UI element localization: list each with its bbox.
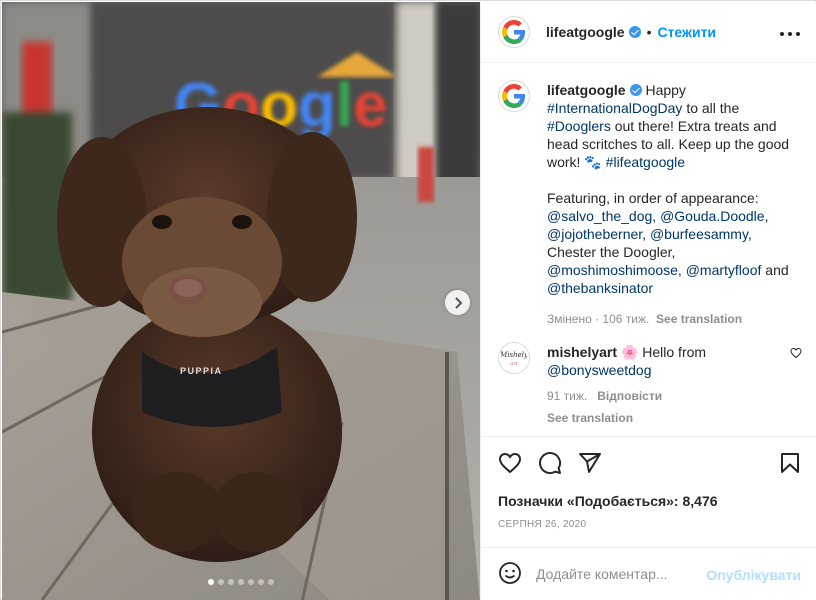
slide-indicator	[2, 579, 480, 585]
mention-link[interactable]: @jojotheberner	[547, 226, 642, 242]
slide-dot	[258, 579, 264, 585]
svg-text:art: art	[510, 361, 518, 367]
like-button[interactable]	[498, 451, 522, 478]
mention-link[interactable]: @martyfloof	[686, 262, 762, 278]
more-options-button[interactable]	[779, 20, 801, 43]
bookmark-icon	[781, 453, 799, 473]
mention-link[interactable]: @Gouda.Doodle	[660, 208, 765, 224]
post-date: СЕРПНЯ 26, 2020	[498, 519, 587, 530]
flower-emoji: 🌸	[620, 344, 639, 360]
reply-button[interactable]: Відповісти	[597, 389, 662, 403]
hashtag-link[interactable]: #Dooglers	[547, 118, 611, 134]
separator-dot: •	[646, 24, 652, 40]
save-button[interactable]	[778, 451, 802, 478]
google-logo-icon	[502, 84, 526, 108]
comment-text: Hello from	[642, 344, 707, 360]
caption-intro: Happy	[645, 82, 686, 98]
puppy-photo: Google PUPPIA	[2, 2, 480, 600]
publish-button[interactable]: Опублікувати	[706, 567, 801, 583]
avatar[interactable]: Mishely art	[498, 342, 530, 374]
heart-icon	[790, 347, 802, 359]
mention-link[interactable]: @moshimoshimoose	[547, 262, 678, 278]
avatar[interactable]	[498, 80, 530, 112]
hashtag-link[interactable]: #InternationalDogDay	[547, 100, 682, 116]
likes-count[interactable]: Позначки «Подобається»: 8,476	[498, 493, 718, 509]
harness-label: PUPPIA	[180, 366, 223, 376]
emoji-button[interactable]	[498, 561, 522, 588]
slide-dot	[268, 579, 274, 585]
post-photo[interactable]: Google PUPPIA	[2, 2, 480, 600]
see-translation-button[interactable]: See translation	[656, 312, 742, 326]
like-comment-button[interactable]	[790, 346, 802, 362]
share-button[interactable]	[578, 451, 602, 478]
slide-dot	[238, 579, 244, 585]
comment-timestamp: 91 тиж.	[547, 389, 588, 403]
avatar[interactable]	[498, 16, 530, 48]
hashtag-link[interactable]: #lifeatgoogle	[606, 154, 685, 170]
post-header: lifeatgoogle • Стежити	[481, 2, 816, 63]
mishely-art-avatar-icon: Mishely art	[501, 351, 527, 367]
next-slide-button[interactable]	[445, 290, 470, 315]
more-dots-icon	[780, 32, 800, 36]
caption-text: lifeatgoogle Happy #InternationalDogDay …	[547, 81, 802, 328]
comments-list[interactable]: lifeatgoogle Happy #InternationalDogDay …	[481, 64, 816, 436]
comment-body: mishelyart 🌸 Hello from @bonysweetdog 91…	[547, 343, 802, 427]
mention-link[interactable]: @thebanksinator	[547, 280, 653, 296]
paper-plane-icon	[579, 453, 601, 473]
edited-timestamp: Змінено · 106 тиж.	[547, 312, 650, 326]
caption-text-part: and	[765, 262, 789, 278]
comment-input[interactable]	[536, 566, 696, 582]
svg-text:Mishely: Mishely	[501, 351, 527, 359]
slide-dot	[248, 579, 254, 585]
comment-icon	[539, 452, 562, 475]
post-modal: Google PUPPIA lifeatgoogle • Стежити lif…	[0, 0, 816, 600]
verified-badge-icon	[629, 84, 642, 96]
post-actions: Позначки «Подобається»: 8,476 СЕРПНЯ 26,…	[481, 436, 816, 548]
caption-text-part: to all the	[686, 100, 740, 116]
follow-button[interactable]: Стежити	[657, 24, 716, 40]
mention-link[interactable]: @bonysweetdog	[547, 362, 652, 378]
slide-dot	[218, 579, 224, 585]
mention-link[interactable]: @salvo_the_dog	[547, 208, 652, 224]
caption-username[interactable]: lifeatgoogle	[547, 82, 626, 98]
see-translation-button[interactable]: See translation	[547, 411, 633, 425]
slide-dot	[228, 579, 234, 585]
post-author-username[interactable]: lifeatgoogle	[546, 24, 625, 40]
comment-translation: See translation	[547, 409, 802, 427]
verified-badge-icon	[628, 26, 641, 38]
featuring-text: Featuring, in order of appearance:	[547, 190, 759, 206]
caption-text-part: Chester the Doogler,	[547, 244, 676, 260]
comment-username[interactable]: mishelyart	[547, 344, 617, 360]
post-caption: lifeatgoogle Happy #InternationalDogDay …	[498, 64, 808, 326]
heart-icon	[498, 452, 522, 474]
google-logo-icon	[502, 20, 526, 44]
post-sidebar: lifeatgoogle • Стежити lifeatgoogle Happ…	[480, 2, 816, 600]
add-comment-bar: Опублікувати	[481, 547, 816, 600]
slide-dot	[208, 579, 214, 585]
chevron-right-icon	[454, 296, 462, 309]
comment-meta: 91 тиж. Відповісти	[547, 387, 802, 405]
comment-item: Mishely art mishelyart 🌸 Hello from @bon…	[498, 326, 808, 426]
paw-emoji: 🐾	[584, 154, 602, 170]
comment-button[interactable]	[538, 451, 562, 478]
mention-link[interactable]: @burfeesammy	[650, 226, 748, 242]
smiley-icon	[499, 561, 521, 584]
